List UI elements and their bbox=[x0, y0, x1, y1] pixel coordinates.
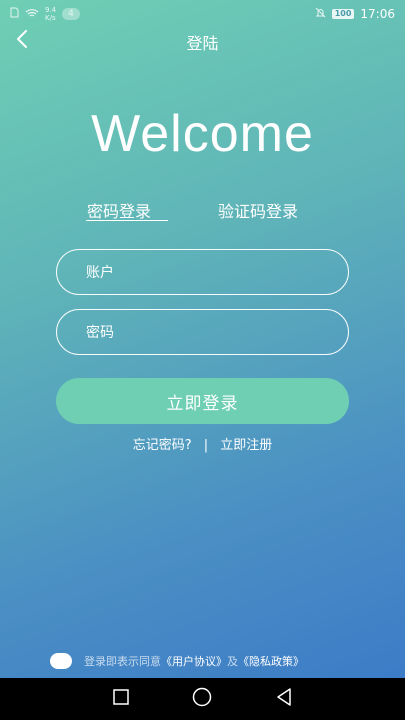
chevron-left-icon bbox=[16, 30, 28, 52]
agreement-prefix: 登录即表示同意 bbox=[84, 655, 161, 668]
account-placeholder: 账户 bbox=[86, 265, 114, 281]
system-nav-bar bbox=[0, 678, 405, 720]
net-speed-unit: K/s bbox=[45, 14, 56, 22]
agreement-toggle[interactable] bbox=[50, 653, 72, 669]
agreement-row: 登录即表示同意 《用户协议》 及 《隐私政策》 bbox=[50, 650, 304, 672]
user-agreement-link[interactable]: 《用户协议》 bbox=[161, 653, 227, 669]
home-button[interactable] bbox=[190, 687, 214, 711]
links-divider: | bbox=[203, 438, 209, 453]
privacy-policy-link[interactable]: 《隐私政策》 bbox=[238, 653, 304, 669]
account-input[interactable]: 账户 bbox=[56, 249, 349, 295]
status-left: 9.4 K/s 4 bbox=[10, 6, 80, 22]
tab-code-login[interactable]: 验证码登录 bbox=[218, 198, 298, 224]
register-link[interactable]: 立即注册 bbox=[220, 434, 272, 453]
forgot-password-link[interactable]: 忘记密码? bbox=[133, 434, 192, 453]
password-input[interactable]: 密码 bbox=[56, 309, 349, 355]
password-placeholder: 密码 bbox=[86, 325, 114, 341]
battery-level: 100 bbox=[331, 9, 355, 19]
login-tabs: 密码登录 验证码登录 bbox=[0, 198, 405, 226]
active-tab-indicator bbox=[86, 220, 168, 221]
agreement-and: 及 bbox=[227, 655, 238, 668]
status-right: 100 17:06 bbox=[315, 7, 395, 21]
triangle-icon bbox=[276, 688, 292, 710]
back-button[interactable] bbox=[12, 30, 32, 52]
status-bar: 9.4 K/s 4 100 17:06 bbox=[0, 0, 405, 28]
recent-apps-button[interactable] bbox=[109, 687, 133, 711]
circle-icon bbox=[192, 687, 212, 711]
page-title: 登陆 bbox=[186, 34, 219, 53]
net-speed-value: 9.4 bbox=[45, 6, 57, 14]
clock: 17:06 bbox=[360, 7, 395, 21]
net-speed: 9.4 K/s bbox=[45, 6, 56, 22]
title-bar: 登陆 bbox=[0, 28, 405, 56]
sim-icon bbox=[10, 7, 19, 21]
wifi-icon bbox=[25, 8, 39, 21]
mute-icon bbox=[315, 7, 326, 21]
welcome-heading: Welcome bbox=[91, 105, 314, 163]
auth-links: 忘记密码? | 立即注册 bbox=[0, 434, 405, 453]
nav-back-button[interactable] bbox=[272, 687, 296, 711]
login-button-label: 立即登录 bbox=[166, 393, 239, 414]
notification-count: 4 bbox=[62, 8, 80, 20]
square-icon bbox=[113, 689, 129, 709]
login-button[interactable]: 立即登录 bbox=[56, 378, 349, 424]
